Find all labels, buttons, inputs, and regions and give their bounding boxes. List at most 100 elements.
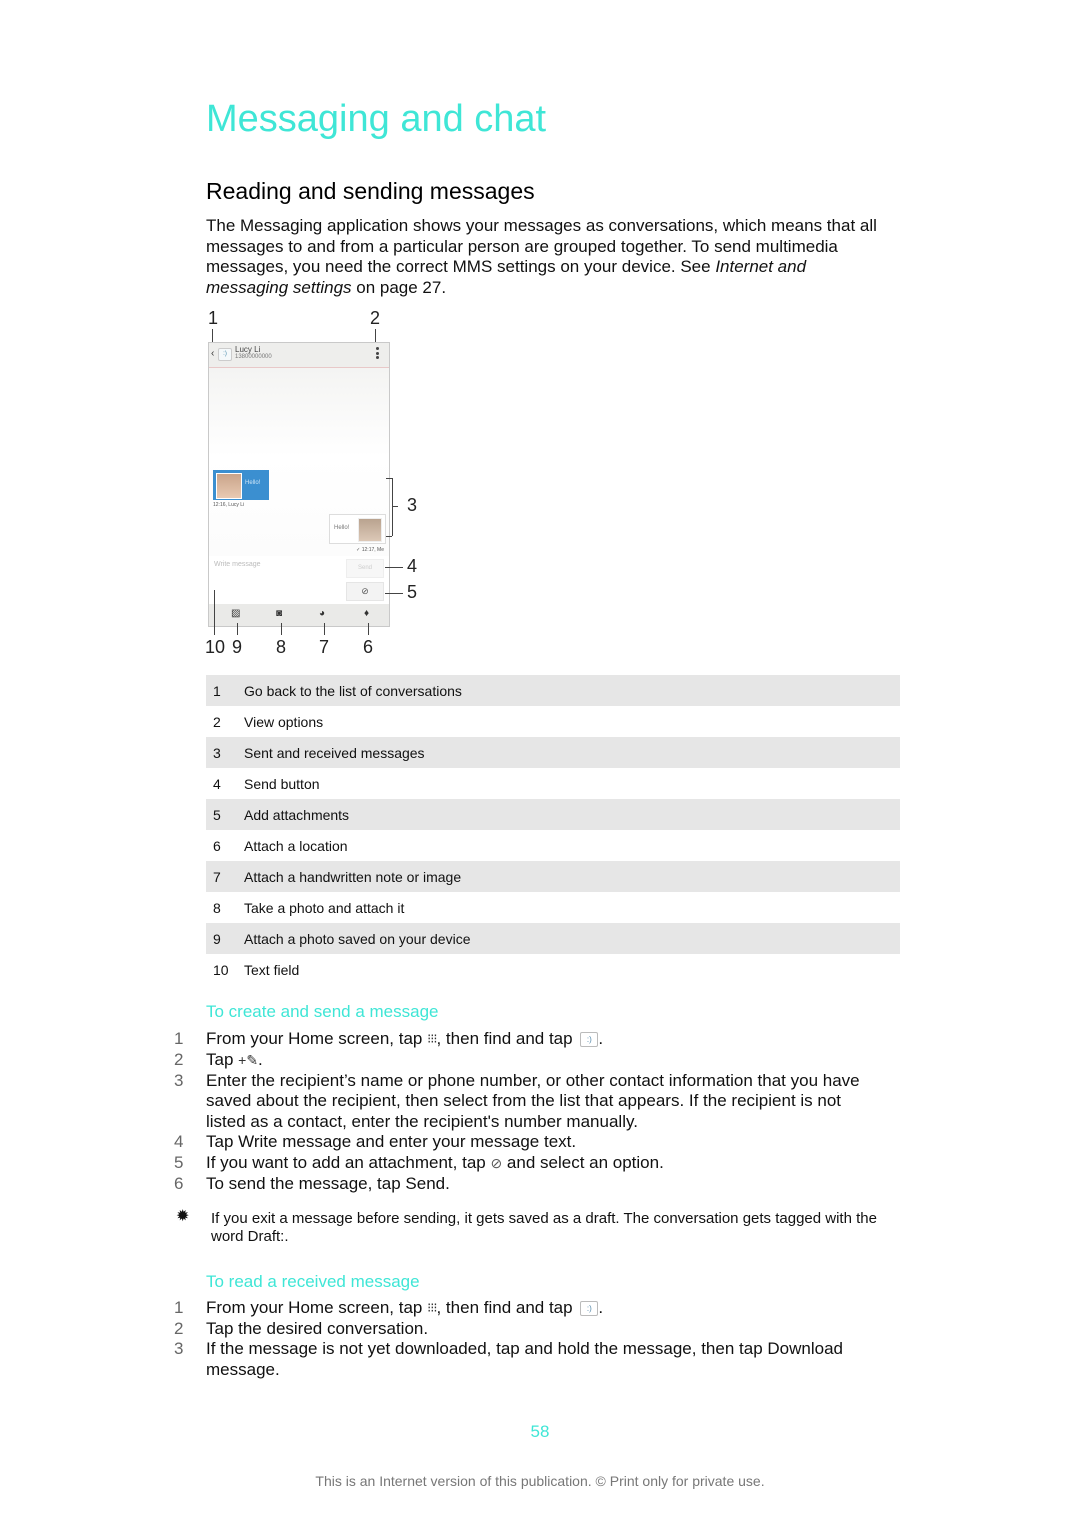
step: 6 To send the message, tap Send. (174, 1174, 874, 1195)
messaging-app-icon: :) (580, 1301, 599, 1317)
step: 5 If you want to add an attachment, tap … (174, 1153, 874, 1174)
callout-line (324, 623, 325, 635)
step-text: Tap +✎. (206, 1050, 874, 1071)
step-text: If the message is not yet downloaded, ta… (206, 1339, 843, 1379)
legend-text: Take a photo and attach it (244, 899, 405, 916)
legend-number: 5 (213, 806, 221, 823)
step: 4 Tap Write message and enter your messa… (174, 1132, 874, 1153)
location-pin-icon[interactable]: ♦ (364, 608, 369, 619)
callout-10: 10 (205, 637, 226, 657)
step-text: Tap the desired conversation. (206, 1318, 429, 1338)
gallery-icon[interactable]: ▨ (231, 608, 240, 619)
step-text-part: From your Home screen, tap (206, 1029, 428, 1048)
callout-1: 1 (208, 308, 219, 328)
legend-text: Attach a location (244, 837, 348, 854)
received-message-text: Hello! (245, 480, 261, 486)
read-message-heading: To read a received message (206, 1272, 420, 1291)
callout-line (214, 590, 215, 635)
sent-message-text: Hello! (334, 525, 350, 531)
legend-text: Text field (244, 961, 300, 978)
back-icon[interactable]: ‹ (211, 348, 214, 359)
step-text-part: and select an option. (502, 1153, 664, 1172)
legend-number: 9 (213, 930, 221, 947)
create-message-heading: To create and send a message (206, 1002, 439, 1021)
create-message-steps: 1 From your Home screen, tap ⁝⁝⁝, then f… (174, 1029, 874, 1194)
legend-number: 8 (213, 899, 221, 916)
lightbulb-icon: ✹ (176, 1208, 190, 1225)
legend-number: 10 (213, 961, 229, 978)
contact-number: 13800000000 (235, 354, 272, 360)
handwriting-icon[interactable]: ◕ (319, 608, 325, 619)
legend-number: 6 (213, 837, 221, 854)
callout-line (281, 623, 282, 635)
callout-4: 4 (407, 556, 418, 576)
legend-row: 3 Sent and received messages (206, 737, 900, 768)
tip-text: If you exit a message before sending, it… (211, 1210, 877, 1245)
callout-line (385, 593, 403, 594)
step-text: Enter the recipient’s name or phone numb… (206, 1070, 860, 1131)
callout-line (237, 623, 238, 635)
bracket-line (392, 478, 393, 536)
step-text-part: Tap (206, 1049, 239, 1069)
callout-7: 7 (319, 637, 330, 657)
more-options-icon[interactable] (376, 347, 379, 361)
legend-text: Attach a photo saved on your device (244, 930, 471, 947)
step-text: Tap Write message and enter your message… (206, 1132, 577, 1152)
legend-text: Add attachments (244, 806, 350, 823)
read-message-steps: 1 From your Home screen, tap ⁝⁝⁝, then f… (174, 1298, 874, 1381)
sent-message-bubble[interactable]: Hello! (329, 514, 386, 544)
step-text-part: From your Home screen, tap (206, 1298, 428, 1317)
step-text-part: . (598, 1029, 604, 1048)
legend-number: 7 (213, 868, 221, 885)
legend-row: 10 Text field (206, 954, 900, 985)
legend-row: 9 Attach a photo saved on your device (206, 923, 900, 954)
step-text-part: . (258, 1049, 263, 1069)
conversation-header: ‹ :) Lucy Li 13800000000 (209, 343, 389, 368)
legend-number: 1 (213, 682, 221, 699)
legend-number: 2 (213, 713, 221, 730)
contact-avatar-icon: :) (218, 348, 232, 361)
received-timestamp: 12:16, Lucy Li (213, 502, 245, 508)
legend-text: View options (244, 713, 324, 730)
step-text: From your Home screen, tap ⁝⁝⁝, then fin… (206, 1298, 874, 1319)
received-message-bubble[interactable]: Hello! (213, 470, 269, 500)
my-photo (358, 518, 382, 542)
legend-number: 3 (213, 744, 221, 761)
step: 2 Tap the desired conversation. (174, 1319, 874, 1340)
write-message-placeholder: Write message (214, 561, 261, 568)
step-text-part: , then find and tap (436, 1298, 578, 1317)
step-text-part: , then find and tap (436, 1029, 578, 1048)
step-text: To send the message, tap Send. (206, 1173, 450, 1193)
legend-row: 6 Attach a location (206, 830, 900, 861)
legend-row: 2 View options (206, 706, 900, 737)
legend-text: Sent and received messages (244, 744, 425, 761)
callout-6: 6 (363, 637, 374, 657)
paperclip-icon[interactable]: ⊘ (346, 582, 384, 601)
attachment-toolbar: ▨ ◙ ◕ ♦ (209, 604, 389, 626)
step-number: 5 (174, 1153, 184, 1172)
chapter-title: Messaging and chat (206, 98, 547, 140)
legend-row: 8 Take a photo and attach it (206, 892, 900, 923)
legend-text: Attach a handwritten note or image (244, 868, 462, 885)
send-button[interactable]: Send (346, 559, 384, 578)
paperclip-icon: ⊘ (490, 1155, 503, 1172)
contact-name: Lucy Li (235, 345, 261, 354)
step-text: From your Home screen, tap ⁝⁝⁝, then fin… (206, 1029, 874, 1050)
legend-number: 4 (213, 775, 221, 792)
callout-line (375, 329, 376, 343)
step-number: 3 (174, 1070, 184, 1090)
callout-line (385, 567, 403, 568)
contact-photo (216, 473, 242, 499)
footer-notice: This is an Internet version of this publ… (315, 1473, 765, 1489)
message-text-field[interactable]: Write message Send ⊘ (209, 556, 389, 604)
callout-2: 2 (370, 308, 381, 328)
step-number: 4 (174, 1132, 184, 1152)
callout-3: 3 (407, 495, 418, 515)
legend-row: 4 Send button (206, 768, 900, 799)
legend-row: 7 Attach a handwritten note or image (206, 861, 900, 892)
camera-icon[interactable]: ◙ (276, 608, 282, 619)
legend-text: Go back to the list of conversations (244, 682, 462, 699)
intro-paragraph: The Messaging application shows your mes… (206, 216, 886, 298)
step: 3 If the message is not yet downloaded, … (174, 1339, 874, 1380)
page-number: 58 (530, 1422, 550, 1441)
